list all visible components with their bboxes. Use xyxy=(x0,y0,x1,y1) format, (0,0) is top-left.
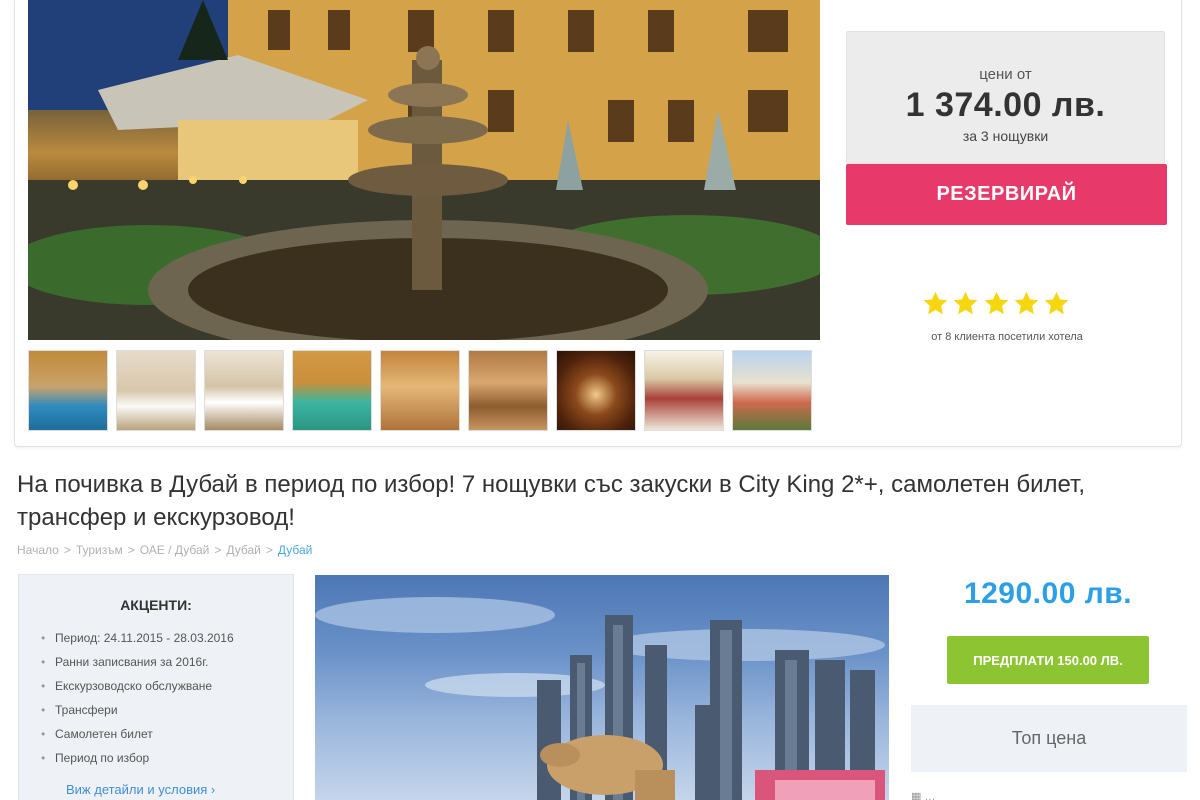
star-icon xyxy=(1044,291,1069,315)
reserve-button[interactable]: РЕЗЕРВИРАЙ xyxy=(846,164,1167,225)
highlight-item: Период по избор xyxy=(41,750,234,774)
price-from-label: цени от xyxy=(979,66,1032,83)
breadcrumb-separator: > xyxy=(63,543,71,557)
thumbnail-bedroom[interactable] xyxy=(116,350,196,431)
thumbnail-sauna[interactable] xyxy=(468,350,548,431)
highlights-title: АКЦЕНТИ: xyxy=(120,597,192,613)
rating-note: от 8 клиента посетили хотела xyxy=(931,331,1083,343)
thumbnail-spa-bowl[interactable] xyxy=(556,350,636,431)
star-icon xyxy=(1014,291,1039,315)
hotel-price: 1 374.00 лв. xyxy=(905,86,1106,124)
calendar-icon: ▦ xyxy=(911,791,922,800)
breadcrumb-separator: > xyxy=(265,543,273,557)
details-link[interactable]: Виж детайли и условия › xyxy=(66,782,215,797)
breadcrumb: Начало > Туризъм > ОАЕ / Дубай > Дубай > Дубай xyxy=(17,543,312,557)
deal-title: На почивка в Дубай в период по избор! 7 … xyxy=(17,471,1086,531)
top-price-badge: Топ цена xyxy=(911,705,1187,772)
star-icon xyxy=(953,291,978,315)
thumbnail-bedroom-twin[interactable] xyxy=(204,350,284,431)
highlight-item: Трансфери xyxy=(41,702,234,726)
breadcrumb-item-tourism[interactable]: Туризъм xyxy=(76,543,123,557)
breadcrumb-separator: > xyxy=(127,543,135,557)
deal-price: 1290.00 лв. xyxy=(963,577,1133,610)
nights-label: за 3 нощувки xyxy=(962,128,1049,144)
thumbnail-pool[interactable] xyxy=(28,350,108,431)
deal-meta-text: ▦ … xyxy=(911,790,935,800)
breadcrumb-item-current[interactable]: Дубай xyxy=(278,543,313,557)
breadcrumb-item-uae[interactable]: ОАЕ / Дубай xyxy=(140,543,210,557)
highlights-box: АКЦЕНТИ: Период: 24.11.2015 - 28.03.2016… xyxy=(18,574,294,800)
star-icon xyxy=(923,291,948,315)
dubai-photo[interactable] xyxy=(315,575,889,800)
breadcrumb-separator: > xyxy=(214,543,222,557)
photo-thumbnail-strip xyxy=(28,350,818,431)
thumbnail-spa-room[interactable] xyxy=(380,350,460,431)
star-icon xyxy=(984,291,1008,315)
thumbnail-indoor-pool[interactable] xyxy=(292,350,372,431)
hotel-price-box: цени от 1 374.00 лв. за 3 нощувки xyxy=(846,31,1165,164)
prepay-button[interactable]: ПРЕДПЛАТИ 150.00 ЛВ. xyxy=(947,636,1149,684)
chevron-right-icon: › xyxy=(210,782,216,797)
details-link-label: Виж детайли и условия xyxy=(66,782,208,797)
hotel-main-photo[interactable] xyxy=(28,0,820,340)
deal-meta-value: … xyxy=(924,791,936,800)
breadcrumb-item-dubai[interactable]: Дубай xyxy=(226,543,261,557)
highlight-item: Екскурзоводско обслужване xyxy=(41,678,234,702)
breadcrumb-item-home[interactable]: Начало xyxy=(17,543,59,557)
highlight-item: Ранни записвания за 2016г. xyxy=(41,654,234,678)
thumbnail-exterior-view[interactable] xyxy=(732,350,812,431)
thumbnail-restaurant[interactable] xyxy=(644,350,724,431)
highlights-list: Период: 24.11.2015 - 28.03.2016 Ранни за… xyxy=(41,630,234,774)
star-rating xyxy=(922,290,1070,324)
highlight-item: Самолетен билет xyxy=(41,726,234,750)
highlight-item: Период: 24.11.2015 - 28.03.2016 xyxy=(41,630,234,654)
